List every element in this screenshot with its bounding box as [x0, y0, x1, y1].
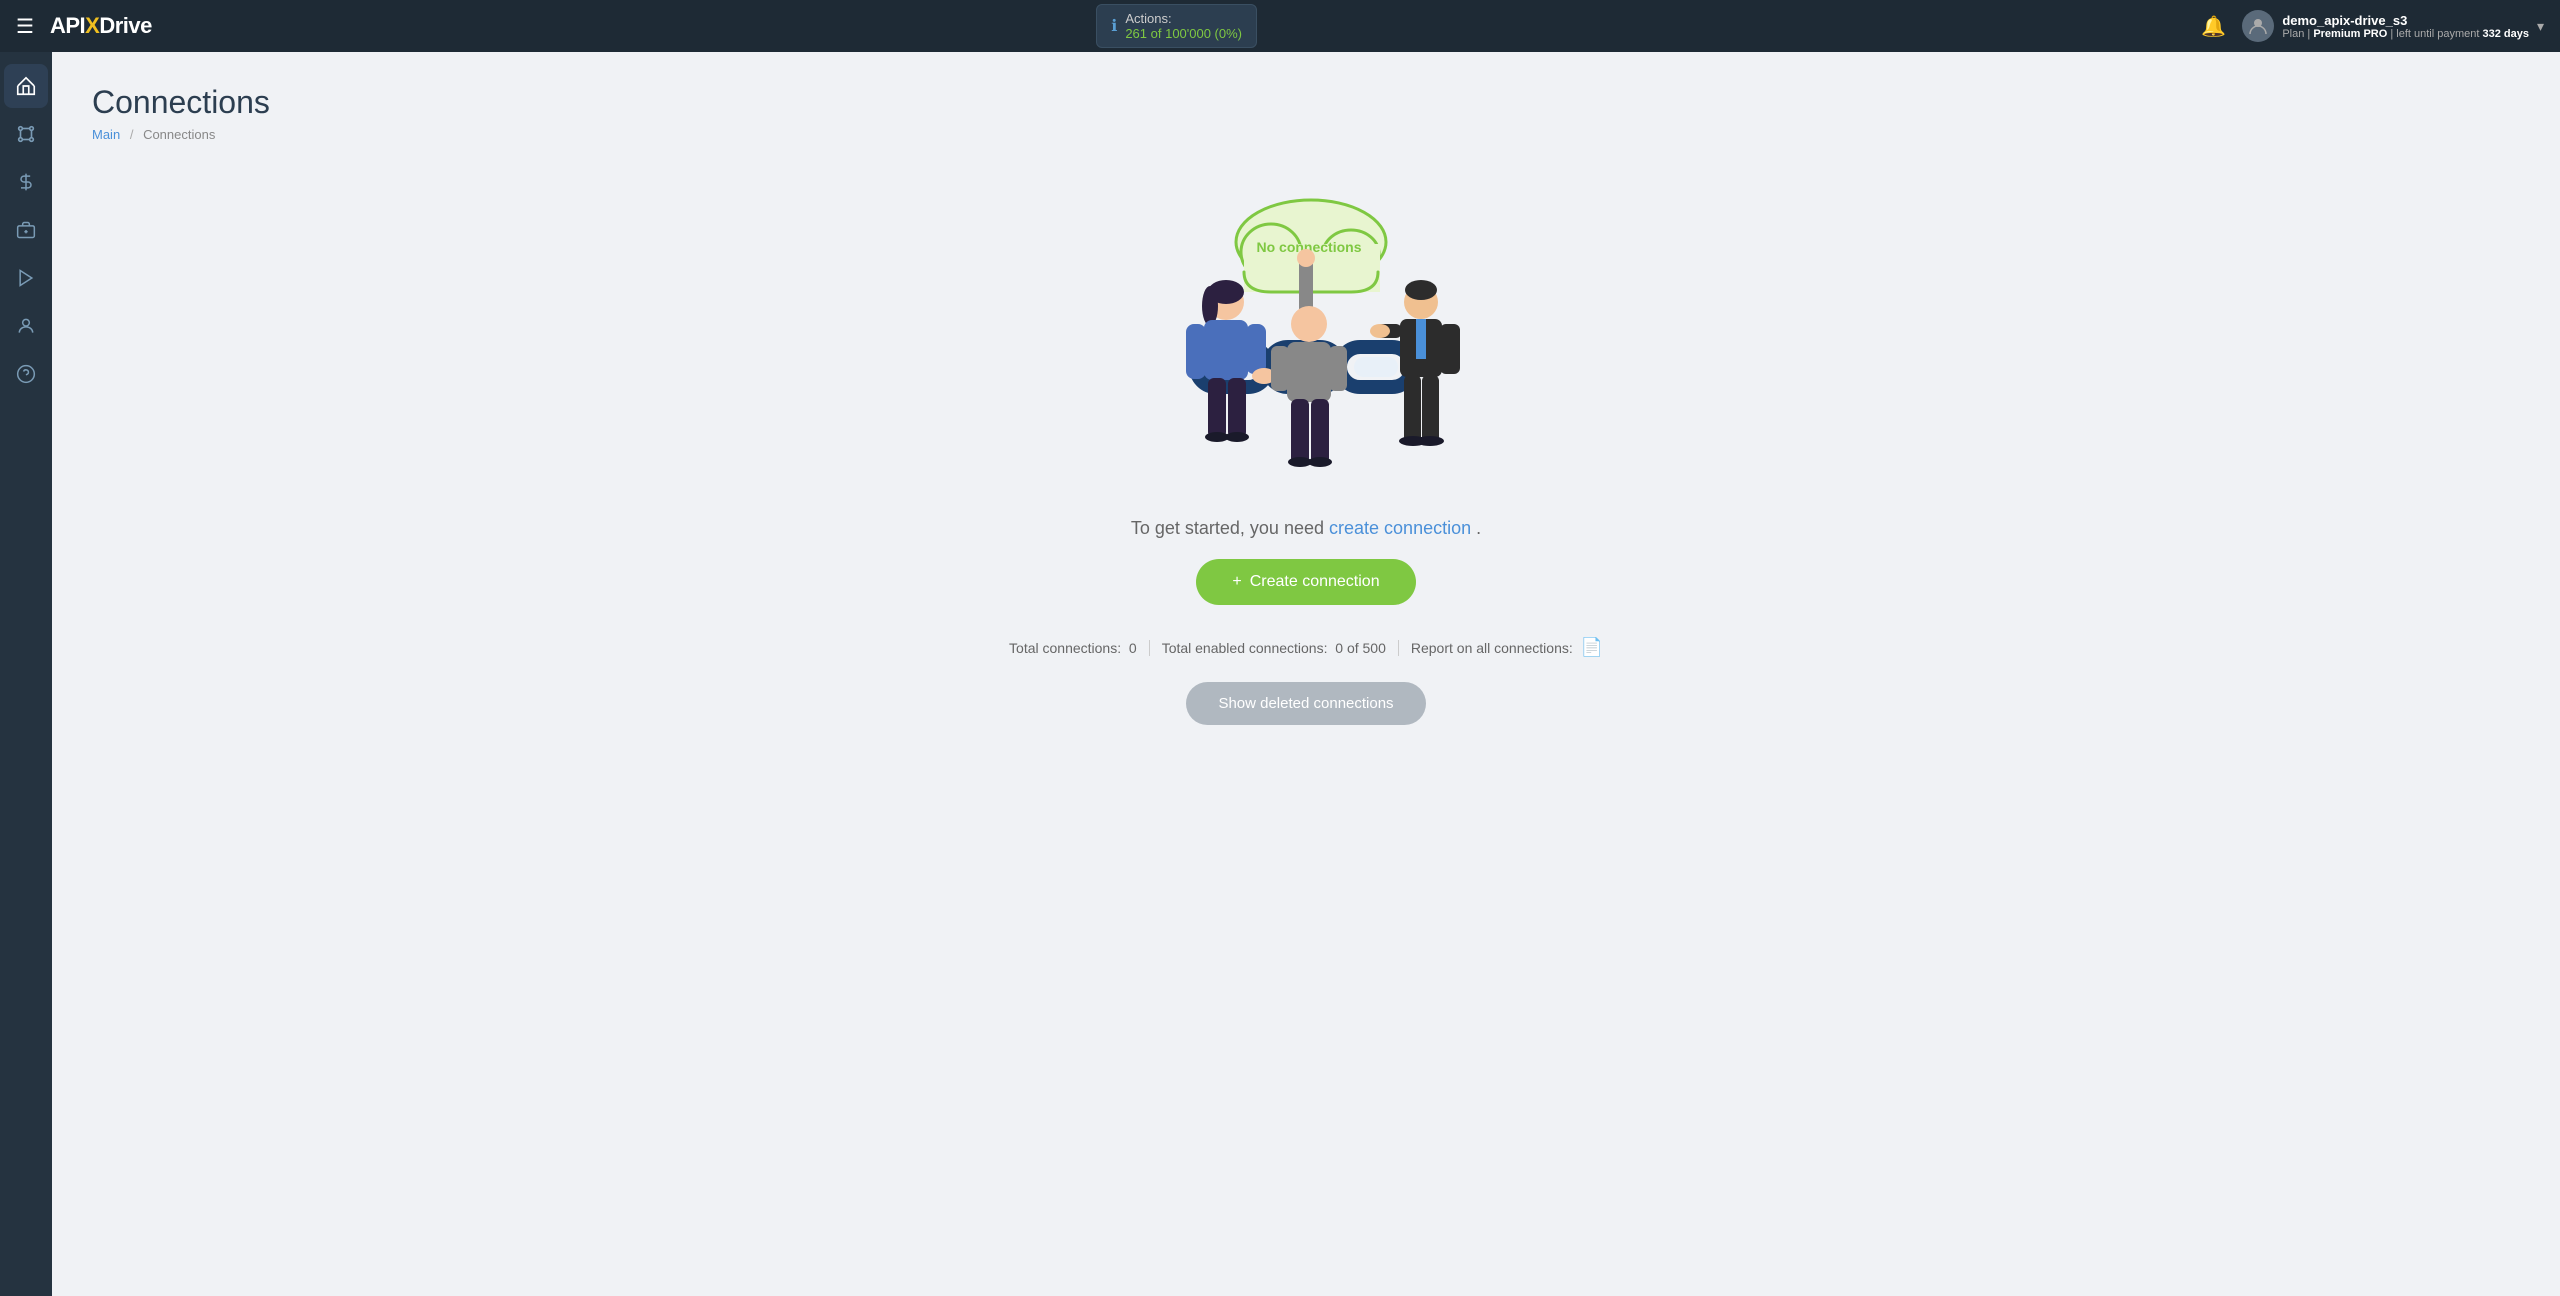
logo: APIXDrive	[50, 13, 152, 39]
report-label: Report on all connections: 📄	[1411, 637, 1603, 658]
create-connection-button[interactable]: + Create connection	[1196, 559, 1415, 605]
user-details: demo_apix-drive_s3 Plan | Premium PRO | …	[2282, 13, 2529, 40]
sidebar-item-profile[interactable]	[4, 304, 48, 348]
logo-x: X	[85, 13, 99, 38]
topnav: ☰ APIXDrive ℹ Actions: 261 of 100'000 (0…	[0, 0, 2560, 52]
sidebar-item-home[interactable]	[4, 64, 48, 108]
menu-icon[interactable]: ☰	[16, 14, 34, 39]
report-icon[interactable]: 📄	[1581, 637, 1603, 657]
logo-text: APIXDrive	[50, 13, 152, 39]
bell-icon[interactable]: 🔔	[2201, 14, 2226, 39]
show-deleted-connections-button[interactable]: Show deleted connections	[1186, 682, 1425, 725]
breadcrumb-current: Connections	[143, 127, 215, 142]
breadcrumb: Main / Connections	[92, 127, 2520, 142]
create-btn-icon: +	[1232, 573, 1241, 591]
user-info[interactable]: demo_apix-drive_s3 Plan | Premium PRO | …	[2242, 10, 2544, 42]
sidebar-item-media[interactable]	[4, 256, 48, 300]
avatar	[2242, 10, 2274, 42]
create-btn-label: Create connection	[1250, 573, 1380, 591]
sidebar-item-tools[interactable]	[4, 208, 48, 252]
chevron-down-icon: ▾	[2537, 18, 2544, 35]
topnav-center: ℹ Actions: 261 of 100'000 (0%)	[152, 4, 2202, 48]
info-icon: ℹ	[1111, 16, 1117, 36]
stats-separator	[1149, 640, 1150, 656]
intro-text: To get started, you need create connecti…	[1131, 518, 1481, 539]
create-connection-link[interactable]: create connection	[1329, 518, 1471, 538]
user-name: demo_apix-drive_s3	[2282, 13, 2529, 28]
empty-state: No connections	[92, 174, 2520, 765]
actions-text: Actions: 261 of 100'000 (0%)	[1125, 11, 1242, 41]
stats-separator-2	[1398, 640, 1399, 656]
stats-row: Total connections: 0 Total enabled conne…	[1009, 637, 1603, 658]
sidebar-item-help[interactable]	[4, 352, 48, 396]
breadcrumb-sep: /	[130, 127, 134, 142]
topnav-right: 🔔 demo_apix-drive_s3 Plan | Premium PRO …	[2201, 10, 2544, 42]
total-enabled-label: Total enabled connections: 0 of 500	[1162, 640, 1386, 656]
user-plan: Plan | Premium PRO | left until payment …	[2282, 28, 2529, 40]
sidebar-item-billing[interactable]	[4, 160, 48, 204]
total-connections-label: Total connections: 0	[1009, 640, 1137, 656]
main-content: Connections Main / Connections No connec…	[52, 52, 2560, 1296]
actions-badge: ℹ Actions: 261 of 100'000 (0%)	[1096, 4, 1257, 48]
illustration: No connections	[1116, 194, 1496, 494]
page-title: Connections	[92, 84, 2520, 121]
sidebar-item-connections[interactable]	[4, 112, 48, 156]
actions-value: 261 of 100'000 (0%)	[1125, 26, 1242, 41]
sidebar	[0, 52, 52, 1296]
breadcrumb-main[interactable]: Main	[92, 127, 120, 142]
